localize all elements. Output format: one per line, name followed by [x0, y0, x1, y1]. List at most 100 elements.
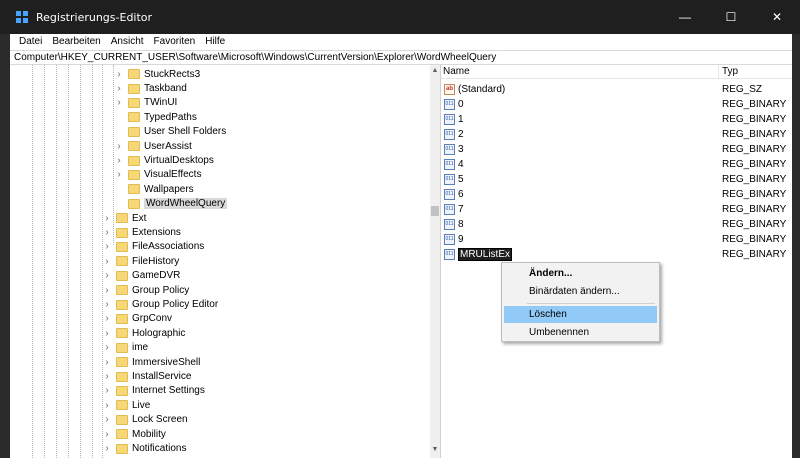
menu-favorites[interactable]: Favoriten: [149, 34, 201, 50]
chevron-right-icon[interactable]: ›: [114, 169, 124, 180]
value-type: REG_BINARY: [722, 129, 787, 140]
value-row[interactable]: 011 7 REG_BINARY: [441, 202, 793, 217]
menu-view[interactable]: Ansicht: [106, 34, 149, 50]
value-type: REG_BINARY: [722, 114, 787, 125]
tree-node[interactable]: › GameDVR: [102, 269, 180, 283]
tree-node[interactable]: Wallpapers: [114, 182, 194, 196]
value-row[interactable]: 011 MRUListEx REG_BINARY: [441, 247, 793, 262]
chevron-right-icon[interactable]: ›: [102, 357, 112, 368]
chevron-right-icon[interactable]: ›: [102, 256, 112, 267]
chevron-right-icon[interactable]: ›: [102, 313, 112, 324]
value-row[interactable]: 011 0 REG_BINARY: [441, 97, 793, 112]
chevron-right-icon[interactable]: ›: [102, 429, 112, 440]
column-header-name[interactable]: Name: [441, 65, 719, 78]
tree-node[interactable]: › Lock Screen: [102, 413, 187, 427]
tree-node[interactable]: › Group Policy: [102, 283, 189, 297]
value-name: MRUListEx: [458, 248, 513, 261]
binary-value-icon: 011: [444, 114, 455, 125]
window-title: Registrierungs-Editor: [36, 10, 153, 24]
rename-field[interactable]: MRUListEx: [458, 248, 513, 261]
chevron-right-icon[interactable]: ›: [102, 213, 112, 224]
context-menu-item[interactable]: Löschen: [504, 306, 657, 323]
chevron-right-icon[interactable]: ›: [102, 227, 112, 238]
tree-node[interactable]: WordWheelQuery: [114, 197, 228, 211]
chevron-right-icon[interactable]: ›: [102, 414, 112, 425]
tree-node[interactable]: › GrpConv: [102, 312, 172, 326]
chevron-right-icon[interactable]: ›: [114, 83, 124, 94]
value-row[interactable]: 011 9 REG_BINARY: [441, 232, 793, 247]
tree-node[interactable]: › Internet Settings: [102, 384, 205, 398]
chevron-right-icon[interactable]: ›: [114, 97, 124, 108]
tree-node[interactable]: › Extensions: [102, 225, 181, 239]
chevron-right-icon[interactable]: ›: [102, 328, 112, 339]
chevron-right-icon[interactable]: ›: [102, 299, 112, 310]
chevron-right-icon[interactable]: ›: [114, 69, 124, 80]
title-bar[interactable]: Registrierungs-Editor — ☐ ✕: [0, 0, 800, 34]
address-bar[interactable]: Computer\HKEY_CURRENT_USER\Software\Micr…: [10, 50, 792, 65]
tree-node[interactable]: › StuckRects3: [114, 67, 200, 81]
chevron-right-icon[interactable]: ›: [102, 342, 112, 353]
chevron-right-icon[interactable]: ›: [102, 241, 112, 252]
tree-node[interactable]: › Notifications: [102, 441, 186, 455]
value-row[interactable]: 011 2 REG_BINARY: [441, 127, 793, 142]
folder-icon: [116, 313, 128, 324]
context-menu-item[interactable]: Umbenennen: [504, 324, 657, 341]
tree-node[interactable]: › UserAssist: [114, 139, 191, 153]
tree-node-label: ImmersiveShell: [132, 356, 201, 368]
menu-edit[interactable]: Bearbeiten: [47, 34, 105, 50]
tree-node[interactable]: › VisualEffects: [114, 168, 201, 182]
tree-node[interactable]: › Ext: [102, 211, 146, 225]
value-row[interactable]: 011 5 REG_BINARY: [441, 172, 793, 187]
value-type: REG_BINARY: [722, 234, 787, 245]
chevron-right-icon[interactable]: ›: [102, 285, 112, 296]
chevron-right-icon[interactable]: ›: [102, 270, 112, 281]
tree-node[interactable]: › Holographic: [102, 326, 185, 340]
tree-node[interactable]: › ime: [102, 341, 148, 355]
tree-node[interactable]: User Shell Folders: [114, 125, 226, 139]
tree-node[interactable]: › InstallService: [102, 369, 191, 383]
tree-node[interactable]: › ImmersiveShell: [102, 355, 200, 369]
context-menu-item[interactable]: Ändern...: [504, 265, 657, 282]
tree-node-label: StuckRects3: [144, 68, 201, 80]
chevron-right-icon[interactable]: ›: [102, 400, 112, 411]
tree-node[interactable]: › Taskband: [114, 81, 186, 95]
value-type: REG_BINARY: [722, 219, 787, 230]
value-row[interactable]: 011 6 REG_BINARY: [441, 187, 793, 202]
menu-help[interactable]: Hilfe: [200, 34, 230, 50]
tree-node[interactable]: › Live: [102, 398, 150, 412]
maximize-button[interactable]: ☐: [708, 0, 754, 34]
list-header: Name Typ: [441, 65, 792, 79]
tree-node[interactable]: › FileHistory: [102, 254, 179, 268]
tree-node[interactable]: › FileAssociations: [102, 240, 204, 254]
menu-file[interactable]: Datei: [14, 34, 47, 50]
folder-icon: [128, 184, 140, 195]
value-row[interactable]: 011 4 REG_BINARY: [441, 157, 793, 172]
tree-node[interactable]: › Mobility: [102, 427, 166, 441]
tree-node[interactable]: › VirtualDesktops: [114, 153, 214, 167]
chevron-right-icon[interactable]: ›: [114, 141, 124, 152]
registry-editor-icon: [16, 11, 28, 23]
tree-node[interactable]: › TWinUI: [114, 96, 177, 110]
chevron-right-icon[interactable]: ›: [102, 371, 112, 382]
scroll-down-arrow-icon[interactable]: ▼: [430, 446, 440, 456]
context-menu-item[interactable]: Binärdaten ändern...: [504, 283, 657, 300]
chevron-right-icon[interactable]: ›: [102, 385, 112, 396]
chevron-right-icon[interactable]: ›: [114, 155, 124, 166]
scroll-up-arrow-icon[interactable]: ▲: [430, 67, 440, 77]
close-button[interactable]: ✕: [754, 0, 800, 34]
binary-value-icon: 011: [444, 174, 455, 185]
value-row[interactable]: ab (Standard) REG_SZ: [441, 82, 793, 97]
folder-icon: [116, 443, 128, 454]
tree-scrollbar[interactable]: ▲ ▼: [430, 65, 440, 458]
value-row[interactable]: 011 1 REG_BINARY: [441, 112, 793, 127]
tree-node[interactable]: TypedPaths: [114, 110, 197, 124]
value-name: 1: [458, 114, 464, 125]
tree-scrollbar-thumb[interactable]: [431, 206, 439, 216]
chevron-right-icon[interactable]: ›: [102, 443, 112, 454]
minimize-button[interactable]: —: [662, 0, 708, 34]
value-row[interactable]: 011 8 REG_BINARY: [441, 217, 793, 232]
value-row[interactable]: 011 3 REG_BINARY: [441, 142, 793, 157]
tree-node[interactable]: › Group Policy Editor: [102, 297, 218, 311]
value-type: REG_BINARY: [722, 204, 787, 215]
column-header-type[interactable]: Typ: [719, 65, 738, 78]
